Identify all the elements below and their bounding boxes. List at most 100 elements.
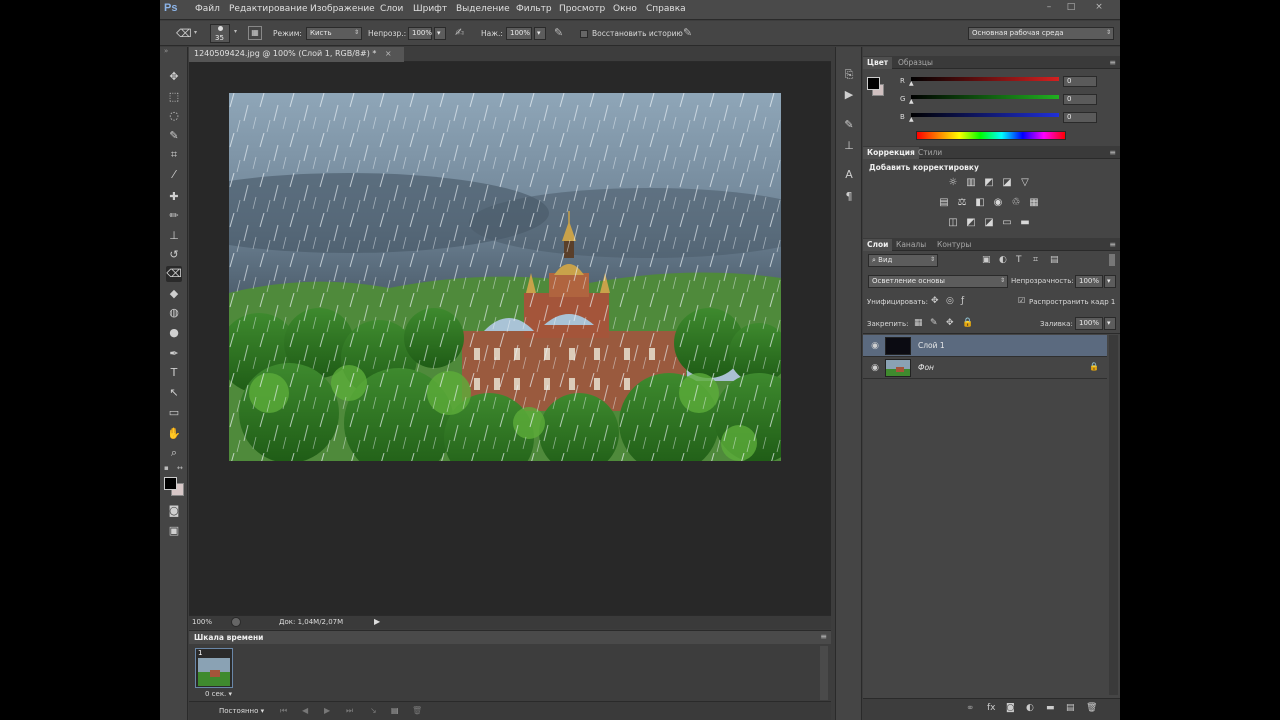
panel-menu-icon[interactable]: ≡ [820, 632, 827, 641]
menu-layers[interactable]: Слои [380, 4, 403, 14]
character-icon[interactable]: A [842, 168, 856, 182]
tab-layers[interactable]: Слои [863, 239, 893, 251]
play-icon[interactable]: ▶ [324, 706, 330, 715]
zoom-level[interactable]: 100% [192, 618, 212, 626]
pressure-slider-button[interactable]: ▾ [534, 27, 546, 40]
type-tool-icon[interactable]: T [166, 365, 182, 381]
filter-smart-object-icon[interactable]: ▤ [1050, 255, 1059, 265]
status-info-icon[interactable] [231, 617, 241, 627]
filter-type-icon[interactable]: T [1016, 255, 1022, 265]
menu-window[interactable]: Окно [613, 4, 637, 14]
hand-tool-icon[interactable]: ✋ [166, 426, 182, 442]
next-frame-icon[interactable]: ⏭ [346, 706, 353, 716]
fill-input[interactable]: 100% [1075, 317, 1103, 330]
black-white-icon[interactable]: ◧ [974, 197, 986, 209]
layer-row-1[interactable]: ◉ Слой 1 [863, 335, 1107, 357]
frame-delay[interactable]: 0 сек. ▾ [205, 690, 232, 698]
propagate-checkbox[interactable]: ☑ [1018, 296, 1025, 305]
move-tool-icon[interactable]: ✥ [166, 69, 182, 85]
clone-source-icon[interactable]: ⊥ [842, 139, 856, 153]
workspace-select[interactable]: Основная рабочая среда ⇕ [968, 27, 1114, 40]
lock-image-icon[interactable]: ✎ [930, 318, 938, 328]
quick-selection-tool-icon[interactable]: ✎ [166, 128, 182, 144]
timeline-scrollbar[interactable] [820, 646, 828, 700]
photo-filter-icon[interactable]: ◉ [992, 197, 1004, 209]
color-spectrum-ramp[interactable] [916, 131, 1066, 140]
history-icon[interactable]: ⎘ [842, 68, 856, 82]
layers-scrollbar[interactable] [1109, 335, 1118, 695]
channel-b-slider[interactable] [911, 113, 1059, 117]
tab-channels[interactable]: Каналы [892, 239, 930, 251]
filter-toggle-switch[interactable] [1109, 254, 1115, 266]
animation-frame-1[interactable]: 1 [195, 648, 233, 688]
filter-shape-icon[interactable]: ⌗ [1033, 255, 1038, 265]
minimize-button[interactable]: – [1042, 2, 1056, 13]
posterize-icon[interactable]: ◩ [965, 217, 977, 229]
fill-slider-button[interactable]: ▾ [1104, 317, 1116, 330]
menu-help[interactable]: Справка [646, 4, 686, 14]
menu-file[interactable]: Файл [195, 4, 220, 14]
panel-menu-icon[interactable]: ≡ [1109, 240, 1116, 249]
mode-select[interactable]: Кисть ⇕ [306, 27, 362, 40]
pen-tool-icon[interactable]: ✒ [166, 346, 182, 362]
preset-chevron-icon[interactable]: ▾ [194, 29, 197, 36]
new-adjustment-layer-icon[interactable]: ◐ [1026, 703, 1034, 713]
menu-select[interactable]: Выделение [456, 4, 510, 14]
paint-bucket-tool-icon[interactable]: ◆ [166, 286, 182, 302]
eyedropper-tool-icon[interactable]: ⁄ [166, 167, 182, 183]
exposure-icon[interactable]: ◪ [1001, 177, 1013, 189]
layer-row-background[interactable]: ◉ Фон 🔒 [863, 357, 1107, 379]
layer-opacity-input[interactable]: 100% [1075, 275, 1103, 288]
layer-style-icon[interactable]: fx [987, 703, 996, 713]
panel-menu-icon[interactable]: ≡ [1109, 148, 1116, 157]
channel-r-value[interactable]: 0 [1063, 76, 1097, 87]
lock-position-icon[interactable]: ✥ [946, 318, 954, 328]
menu-edit[interactable]: Редактирование [229, 4, 308, 14]
unify-visibility-icon[interactable]: ◎ [946, 296, 954, 306]
actions-icon[interactable]: ▶ [842, 88, 856, 102]
toolbox-collapse-icon[interactable]: » [164, 47, 168, 55]
tab-swatches[interactable]: Образцы [894, 57, 937, 69]
delete-layer-icon[interactable]: 🗑 [1086, 703, 1097, 713]
zoom-tool-icon[interactable]: ⌕ [166, 445, 182, 461]
channel-b-value[interactable]: 0 [1063, 112, 1097, 123]
brushes-icon[interactable]: ✎ [842, 118, 856, 132]
unify-style-icon[interactable]: ƒ [961, 296, 964, 306]
levels-icon[interactable]: ▥ [965, 177, 977, 189]
gradient-map-icon[interactable]: ▭ [1001, 217, 1013, 229]
delete-frame-icon[interactable]: 🗑 [412, 706, 422, 715]
opacity-input[interactable]: 100% [408, 27, 432, 40]
slider-handle-icon[interactable]: ▲ [909, 116, 914, 123]
tab-color[interactable]: Цвет [863, 57, 893, 69]
channel-g-value[interactable]: 0 [1063, 94, 1097, 105]
eraser-tool-preset-icon[interactable]: ⌫ [176, 27, 192, 40]
swap-colors-icon[interactable]: ↔ [177, 464, 183, 472]
opacity-slider-button[interactable]: ▾ [434, 27, 446, 40]
clone-stamp-tool-icon[interactable]: ⊥ [166, 228, 182, 244]
hue-saturation-icon[interactable]: ▤ [938, 197, 950, 209]
layer-filter-kind[interactable]: ⌕ Вид ⇕ [868, 254, 938, 267]
color-balance-icon[interactable]: ⚖ [956, 197, 968, 209]
tween-icon[interactable]: ↘ [370, 706, 377, 715]
pressure-size-icon[interactable]: ✎ [683, 26, 692, 39]
eye-icon[interactable]: ◉ [869, 362, 881, 374]
tab-close-icon[interactable]: × [385, 49, 392, 58]
brush-panel-toggle-icon[interactable]: ▦ [248, 26, 262, 40]
layer-opacity-slider-button[interactable]: ▾ [1104, 275, 1116, 288]
threshold-icon[interactable]: ◪ [983, 217, 995, 229]
curves-icon[interactable]: ◩ [983, 177, 995, 189]
lasso-tool-icon[interactable]: ◌ [166, 108, 182, 124]
tab-adjustments[interactable]: Коррекция [863, 147, 919, 159]
panel-menu-icon[interactable]: ≡ [1109, 58, 1116, 67]
link-layers-icon[interactable]: ⚭ [966, 703, 974, 714]
default-colors-icon[interactable]: ▪ [164, 464, 169, 472]
blur-tool-icon[interactable]: ◍ [166, 305, 182, 321]
menu-type[interactable]: Шрифт [413, 4, 447, 14]
healing-brush-tool-icon[interactable]: ✚ [166, 189, 182, 205]
brush-tool-icon[interactable]: ✏ [166, 208, 182, 224]
new-group-icon[interactable]: ▬ [1046, 703, 1055, 713]
brush-size-picker[interactable]: 35 [210, 24, 230, 43]
pressure-opacity-icon[interactable]: ✍ [455, 26, 464, 39]
tab-styles[interactable]: Стили [914, 147, 946, 159]
new-layer-icon[interactable]: ▤ [1066, 703, 1075, 713]
